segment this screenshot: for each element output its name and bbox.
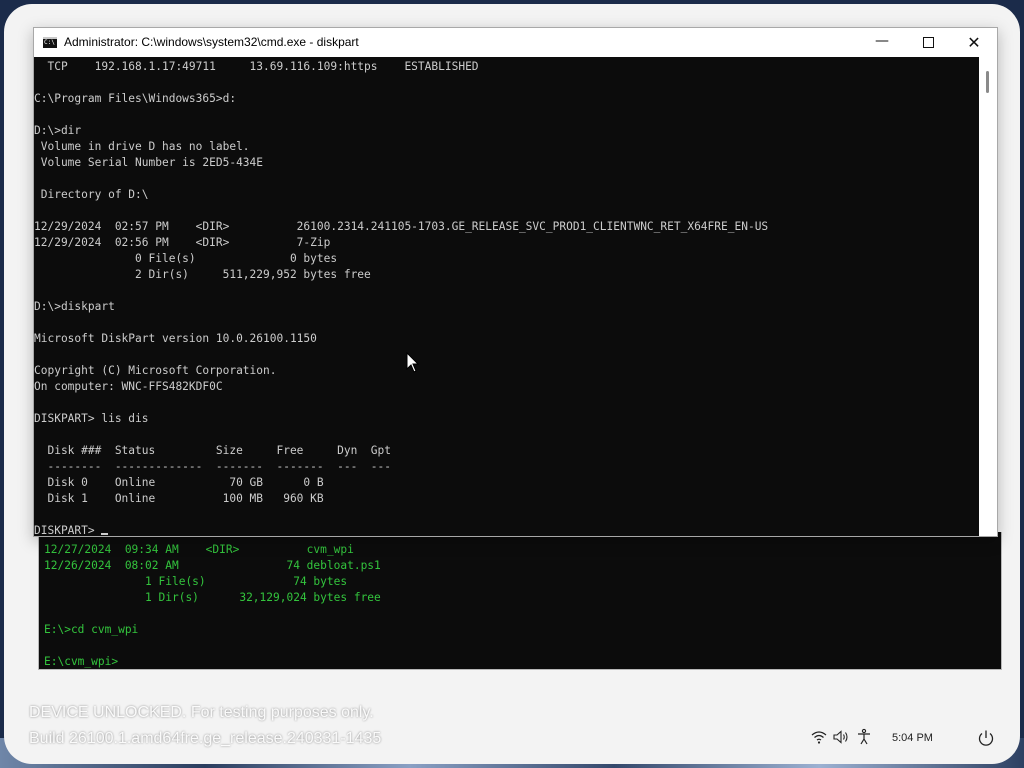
maximize-button[interactable] (905, 28, 951, 57)
system-clock[interactable]: 5:04 PM (892, 732, 933, 744)
title-bar[interactable]: C:\ Administrator: C:\windows\system32\c… (34, 28, 997, 57)
wifi-icon[interactable] (810, 728, 828, 746)
accessibility-icon[interactable] (855, 728, 873, 746)
close-button[interactable]: ✕ (951, 28, 997, 57)
background-console-text: 12/27/2024 09:34 AM <DIR> cvm_wpi 12/26/… (44, 543, 381, 668)
console-output[interactable]: TCP 192.168.1.17:49711 13.69.116.109:htt… (34, 57, 979, 536)
watermark-line-1: DEVICE UNLOCKED. For testing purposes on… (29, 704, 374, 721)
minimize-icon: — (875, 33, 889, 49)
power-icon[interactable] (976, 728, 996, 748)
command-prompt: DISKPART> (34, 524, 102, 536)
watermark-line-2: Build 26100.1.amd64fre.ge_release.240331… (29, 730, 382, 747)
minimize-button[interactable]: — (859, 28, 905, 57)
window-title: Administrator: C:\windows\system32\cmd.e… (64, 35, 359, 49)
volume-icon[interactable] (832, 728, 850, 746)
text-cursor (101, 533, 109, 535)
cmd-icon: C:\ (43, 37, 57, 48)
console-text: TCP 192.168.1.17:49711 13.69.116.109:htt… (34, 60, 769, 505)
cmd-icon-text: C:\ (44, 39, 55, 46)
cmd-window[interactable]: C:\ Administrator: C:\windows\system32\c… (33, 27, 998, 537)
scroll-thumb[interactable] (986, 71, 989, 93)
background-console-window[interactable]: 12/27/2024 09:34 AM <DIR> cvm_wpi 12/26/… (38, 532, 1002, 670)
maximize-icon (923, 37, 934, 48)
vertical-scrollbar[interactable] (979, 57, 997, 536)
device-watermark: DEVICE UNLOCKED. For testing purposes on… (29, 700, 381, 752)
close-icon: ✕ (967, 33, 981, 52)
desktop: 12/27/2024 09:34 AM <DIR> cvm_wpi 12/26/… (4, 4, 1020, 764)
mouse-pointer-icon (406, 352, 420, 373)
